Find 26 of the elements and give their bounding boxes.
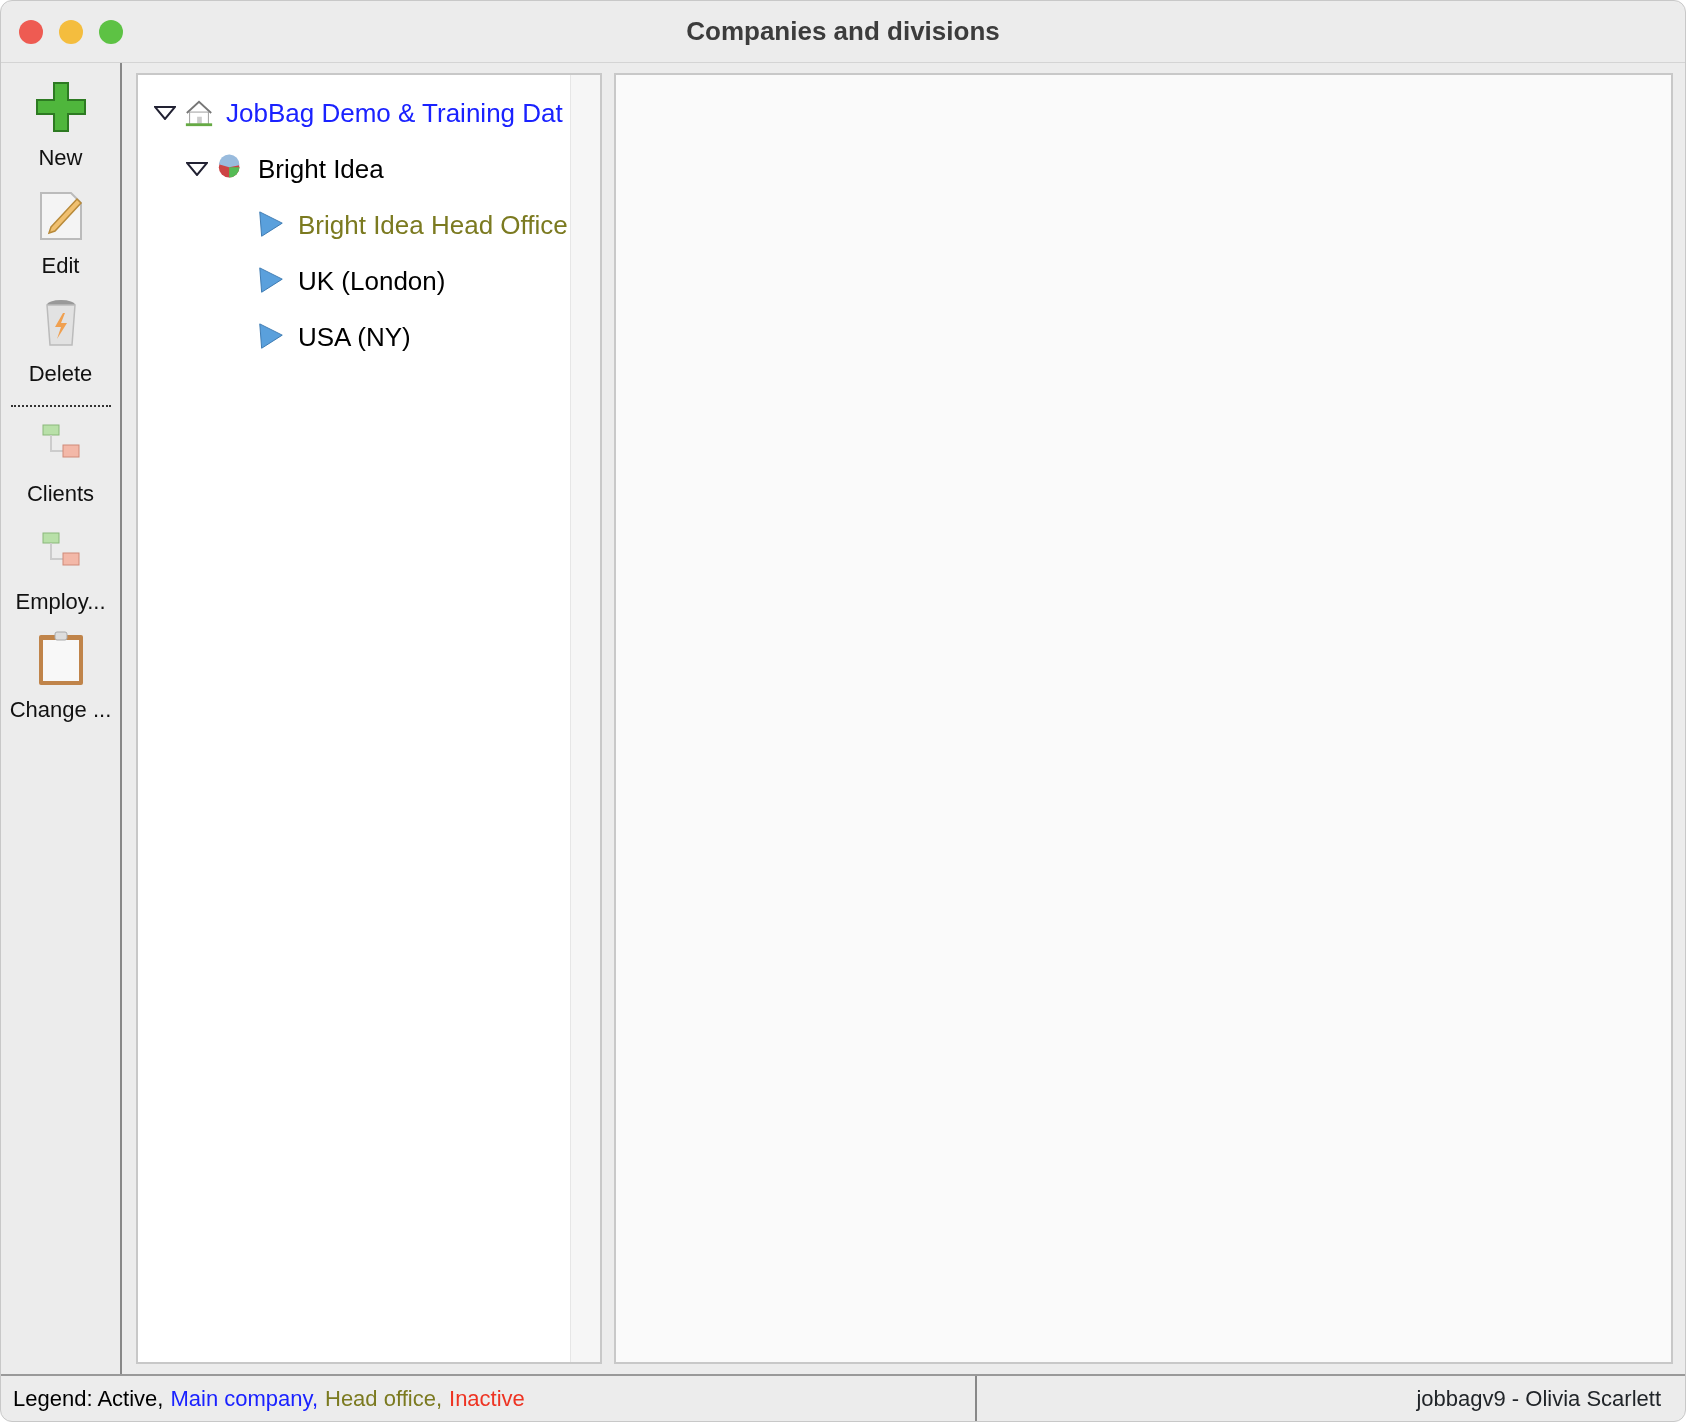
disclosure-triangle[interactable]: [154, 106, 176, 120]
toolbar-button[interactable]: Edit: [1, 187, 120, 295]
toolbar-button[interactable]: Employ...: [1, 523, 120, 631]
zoom-button[interactable]: [99, 20, 123, 44]
toolbar-button[interactable]: Change ...: [1, 631, 120, 739]
user-label: jobbagv9 - Olivia Scarlett: [1415, 1385, 1662, 1413]
legend-text: Head office,: [325, 1385, 442, 1413]
window-title: Companies and divisions: [686, 15, 1000, 48]
legend-text: Main company,: [170, 1385, 318, 1413]
tree-item-label[interactable]: JobBag Demo & Training Dat: [226, 93, 563, 133]
house-icon: [184, 98, 214, 128]
triangle-icon: [256, 266, 286, 296]
tree-item-label[interactable]: Bright Idea: [258, 149, 384, 189]
tree-item-label[interactable]: Bright Idea Head Office: [298, 205, 568, 245]
triangle-icon: [256, 210, 286, 240]
toolbar-button[interactable]: Delete: [1, 295, 120, 403]
close-button[interactable]: [19, 20, 43, 44]
legend-text: Legend: Active,: [13, 1385, 164, 1413]
legend-text: Inactive: [449, 1385, 525, 1413]
minimize-button[interactable]: [59, 20, 83, 44]
tree-item-label[interactable]: UK (London): [298, 261, 446, 301]
toolbar-button[interactable]: New: [1, 79, 120, 187]
tree-item-label[interactable]: USA (NY): [298, 317, 411, 357]
toolbar-button[interactable]: Clients: [1, 415, 120, 523]
triangle-icon: [256, 322, 286, 352]
disclosure-triangle[interactable]: [186, 162, 208, 176]
